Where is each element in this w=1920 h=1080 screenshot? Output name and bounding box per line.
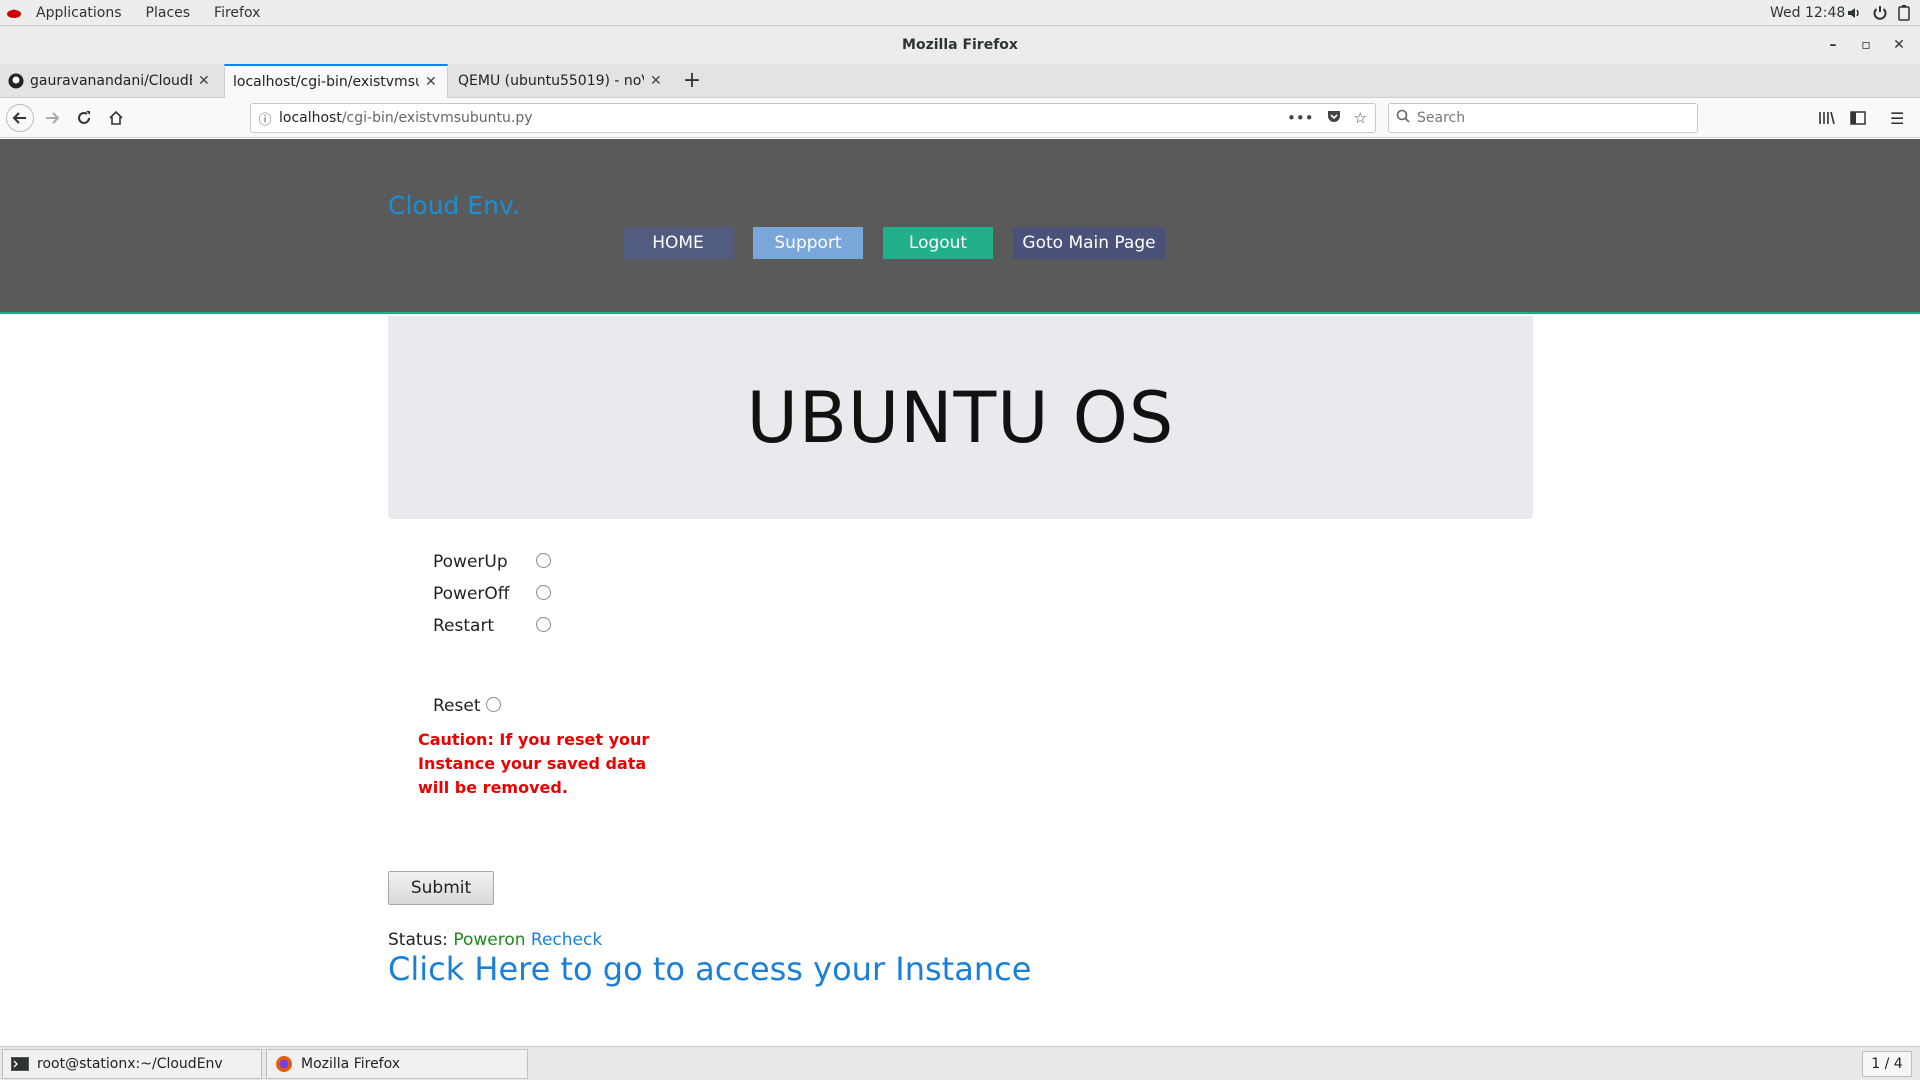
- page-actions-icon[interactable]: •••: [1287, 109, 1314, 127]
- reload-icon: [78, 111, 90, 124]
- reset-radio[interactable]: [486, 697, 501, 712]
- back-button[interactable]: [6, 104, 34, 132]
- url-actions: ••• ☆: [1287, 104, 1367, 132]
- search-icon: [1389, 109, 1417, 127]
- applications-menu[interactable]: Applications: [24, 0, 134, 26]
- tab-qemu[interactable]: QEMU (ubuntu55019) - noVNC ✕: [450, 64, 674, 98]
- window-title-bar: Mozilla Firefox – ▫ ✕: [0, 26, 1920, 64]
- system-tray[interactable]: [1846, 0, 1910, 26]
- taskbar-terminal-label: root@stationx:~/CloudEnv: [37, 1056, 223, 1072]
- tab-label: gauravanandani/CloudEnv: [30, 73, 192, 89]
- tab-label: QEMU (ubuntu55019) - noVNC: [458, 73, 644, 89]
- library-icon[interactable]: [1818, 104, 1836, 132]
- powerup-label: PowerUp: [433, 552, 508, 572]
- bookmark-star-icon[interactable]: ☆: [1354, 109, 1367, 127]
- gnome-top-bar: Applications Places Firefox Wed 12:48: [0, 0, 1920, 26]
- taskbar-terminal[interactable]: root@stationx:~/CloudEnv: [2, 1049, 262, 1079]
- access-instance-link[interactable]: Click Here to go to access your Instance: [388, 950, 1031, 988]
- poweroff-label: PowerOff: [433, 584, 510, 604]
- workspace-pager[interactable]: 1 / 4: [1862, 1051, 1912, 1077]
- url-bar[interactable]: ⓘ localhost/cgi-bin/existvmsubuntu.py ••…: [250, 103, 1376, 133]
- firefox-icon: [276, 1056, 292, 1072]
- reload-button[interactable]: [70, 104, 98, 132]
- navigation-bar: ⓘ localhost/cgi-bin/existvmsubuntu.py ••…: [0, 98, 1920, 138]
- status-line: Status: Poweron Recheck: [388, 930, 602, 950]
- firefox-menu[interactable]: Firefox: [202, 0, 272, 26]
- home-button[interactable]: [102, 104, 130, 132]
- taskbar-firefox-label: Mozilla Firefox: [301, 1056, 401, 1072]
- restart-radio[interactable]: [536, 617, 551, 632]
- home-icon: [109, 110, 123, 125]
- powerup-radio[interactable]: [536, 553, 551, 568]
- search-placeholder: Search: [1417, 110, 1466, 126]
- site-header: Cloud Env. HOME Support Logout Goto Main…: [0, 139, 1920, 314]
- reset-caution-text: Caution: If you reset your Instance your…: [418, 730, 650, 797]
- taskbar-firefox[interactable]: Mozilla Firefox: [266, 1049, 528, 1079]
- new-tab-button[interactable]: +: [680, 64, 704, 98]
- forward-button[interactable]: [38, 104, 66, 132]
- tab-existvmsubuntu[interactable]: localhost/cgi-bin/existvmsubuntu.py ✕: [224, 64, 448, 98]
- power-icon: [1873, 6, 1887, 20]
- sidebar-icon[interactable]: [1850, 104, 1866, 132]
- tab-label: localhost/cgi-bin/existvmsubuntu.py: [233, 74, 419, 90]
- restart-label: Restart: [433, 616, 495, 636]
- nav-logout-button[interactable]: Logout: [883, 227, 993, 259]
- maximize-button[interactable]: ▫: [1851, 26, 1881, 64]
- submit-button[interactable]: Submit: [388, 871, 494, 905]
- nav-main-page-button[interactable]: Goto Main Page: [1013, 227, 1165, 259]
- battery-icon: [1898, 5, 1910, 21]
- clock[interactable]: Wed 12:48: [1770, 0, 1845, 26]
- tab-github[interactable]: gauravanandani/CloudEnv ✕: [0, 64, 222, 98]
- close-tab-icon[interactable]: ✕: [198, 73, 210, 89]
- nav-support-button[interactable]: Support: [753, 227, 863, 259]
- status-label: Status:: [388, 930, 448, 950]
- window-title: Mozilla Firefox: [902, 37, 1018, 53]
- pocket-icon[interactable]: [1326, 108, 1342, 128]
- page-title: UBUNTU OS: [746, 376, 1175, 459]
- redhat-logo-icon: [7, 9, 21, 18]
- top-menus: Applications Places Firefox: [6, 0, 272, 26]
- poweroff-radio[interactable]: [536, 585, 551, 600]
- github-icon: [8, 73, 24, 89]
- volume-icon: [1848, 8, 1859, 18]
- close-tab-icon[interactable]: ✕: [650, 73, 662, 89]
- close-window-button[interactable]: ✕: [1884, 26, 1914, 64]
- nav-home-button[interactable]: HOME: [623, 227, 733, 259]
- minimize-button[interactable]: –: [1818, 26, 1848, 64]
- url-path: /cgi-bin/existvmsubuntu.py: [341, 110, 533, 126]
- tab-bar: gauravanandani/CloudEnv ✕ localhost/cgi-…: [0, 64, 1920, 98]
- status-value: Poweron: [453, 930, 526, 950]
- back-arrow-icon: [12, 112, 26, 124]
- url-host: localhost: [279, 110, 342, 126]
- close-tab-icon[interactable]: ✕: [425, 74, 437, 90]
- forward-arrow-icon: [46, 112, 60, 124]
- search-bar[interactable]: Search: [1388, 103, 1698, 133]
- brand-logo[interactable]: Cloud Env.: [388, 191, 520, 220]
- taskbar: root@stationx:~/CloudEnv Mozilla Firefox…: [0, 1046, 1920, 1080]
- os-jumbotron: UBUNTU OS: [388, 316, 1533, 519]
- hamburger-menu-icon[interactable]: ☰: [1890, 104, 1904, 132]
- terminal-icon: [11, 1057, 29, 1071]
- recheck-link[interactable]: Recheck: [531, 930, 602, 950]
- places-menu[interactable]: Places: [134, 0, 203, 26]
- site-info-icon[interactable]: ⓘ: [251, 109, 279, 128]
- reset-label: Reset: [433, 696, 481, 716]
